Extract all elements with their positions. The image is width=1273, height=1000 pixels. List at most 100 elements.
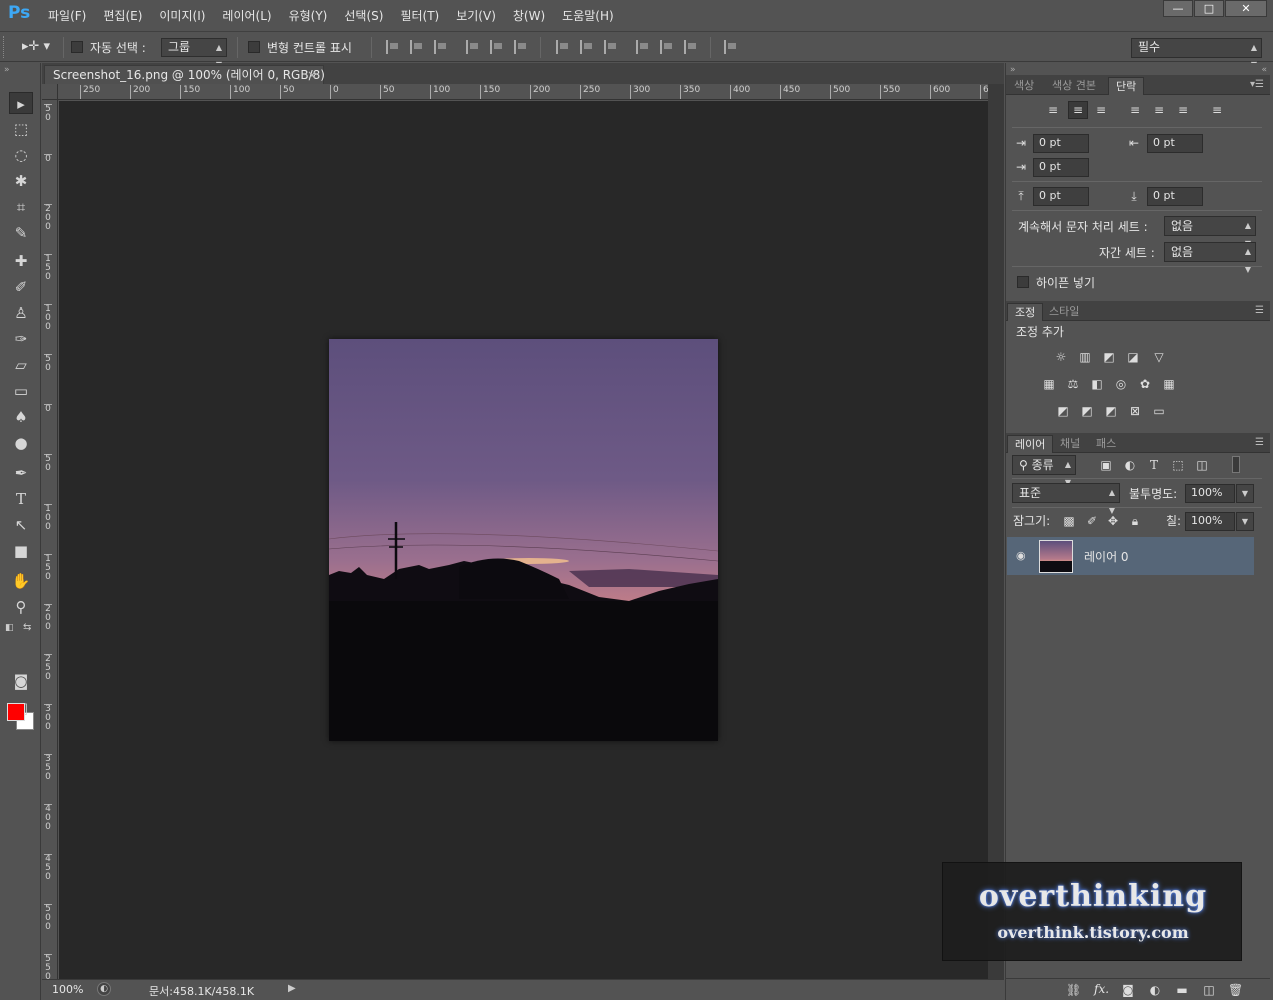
- menu-help[interactable]: 도움말(H): [562, 7, 614, 24]
- panel-collapse-icon[interactable]: »: [1010, 65, 1016, 75]
- layer-style-icon[interactable]: fx.: [1094, 982, 1109, 996]
- indent-first-line-input[interactable]: 0 pt: [1033, 158, 1089, 177]
- selective-color-icon[interactable]: ⊠: [1128, 404, 1142, 418]
- collapse-icon[interactable]: »: [4, 65, 10, 75]
- new-layer-icon[interactable]: ◫: [1202, 983, 1216, 997]
- clone-stamp-tool-icon[interactable]: ♙: [9, 302, 33, 324]
- align-right-icon[interactable]: [514, 40, 528, 54]
- dodge-tool-icon[interactable]: ●: [9, 432, 33, 454]
- menu-file[interactable]: 파일(F): [48, 7, 86, 24]
- justify-last-right-icon[interactable]: ≡: [1176, 103, 1190, 117]
- tab-swatches[interactable]: 색상 견본: [1045, 77, 1103, 95]
- fill-slider-toggle[interactable]: ▼: [1236, 512, 1254, 531]
- tab-styles[interactable]: 스타일: [1042, 303, 1086, 321]
- menu-image[interactable]: 이미지(I): [159, 7, 205, 24]
- vibrance-icon[interactable]: ▽: [1152, 350, 1166, 364]
- filter-pixel-icon[interactable]: ▣: [1099, 458, 1113, 472]
- align-center-text-icon[interactable]: ≡: [1068, 101, 1088, 119]
- color-lookup-icon[interactable]: ▦: [1162, 377, 1176, 391]
- link-layers-icon[interactable]: ⛓: [1066, 983, 1081, 997]
- marquee-tool-icon[interactable]: ⬚: [9, 118, 33, 140]
- channel-mixer-icon[interactable]: ✿: [1138, 377, 1152, 391]
- tab-channels[interactable]: 채널: [1053, 435, 1087, 453]
- photo-filter-icon[interactable]: ◎: [1114, 377, 1128, 391]
- menu-filter[interactable]: 필터(T): [400, 7, 439, 24]
- justify-last-center-icon[interactable]: ≡: [1152, 103, 1166, 117]
- tab-paragraph[interactable]: 단락: [1108, 77, 1145, 95]
- indent-left-input[interactable]: 0 pt: [1033, 134, 1089, 153]
- new-adjustment-layer-icon[interactable]: ◐: [1148, 983, 1162, 997]
- align-hcenter-icon[interactable]: [490, 40, 504, 54]
- zoom-tool-icon[interactable]: ⚲: [9, 596, 33, 618]
- space-after-input[interactable]: 0 pt: [1147, 187, 1203, 206]
- tab-layers[interactable]: 레이어: [1007, 435, 1054, 453]
- threshold-icon[interactable]: ◩: [1104, 404, 1118, 418]
- distribute-top-icon[interactable]: [556, 40, 570, 54]
- auto-align-icon[interactable]: [724, 40, 738, 54]
- align-left-text-icon[interactable]: ≡: [1046, 103, 1060, 117]
- kinsoku-dropdown[interactable]: 없음 ▲▼: [1164, 216, 1256, 248]
- ruler-corner[interactable]: [42, 84, 58, 100]
- tab-adjustments[interactable]: 조정: [1007, 303, 1044, 321]
- healing-brush-tool-icon[interactable]: ✚: [9, 250, 33, 272]
- panel-menu-icon[interactable]: ☰: [1255, 305, 1264, 316]
- hue-saturation-icon[interactable]: ▦: [1042, 377, 1056, 391]
- move-tool-preset-icon[interactable]: ▸✛ ▾: [22, 39, 50, 54]
- menu-layer[interactable]: 레이어(L): [222, 7, 271, 24]
- lock-position-icon[interactable]: ✥: [1106, 514, 1120, 528]
- blend-mode-dropdown[interactable]: 표준 ▲ ▼: [1012, 483, 1120, 515]
- delete-layer-icon[interactable]: 🗑︎: [1228, 983, 1243, 997]
- align-vcenter-icon[interactable]: [410, 40, 424, 54]
- distribute-bottom-icon[interactable]: [604, 40, 618, 54]
- magic-wand-tool-icon[interactable]: ✱: [9, 170, 33, 192]
- filter-shape-icon[interactable]: ⬚: [1171, 458, 1185, 472]
- lock-all-icon[interactable]: 🔒︎: [1128, 514, 1142, 528]
- blur-tool-icon[interactable]: ♠: [9, 406, 33, 428]
- quick-mask-icon[interactable]: ◙: [9, 670, 33, 692]
- close-button[interactable]: ✕: [1225, 0, 1267, 17]
- menu-edit[interactable]: 편집(E): [103, 7, 142, 24]
- lock-transparent-icon[interactable]: ▩: [1062, 514, 1076, 528]
- pen-tool-icon[interactable]: ✒: [9, 462, 33, 484]
- invert-icon[interactable]: ◩: [1056, 404, 1070, 418]
- distribute-right-icon[interactable]: [684, 40, 698, 54]
- layer-filter-dropdown[interactable]: ⚲ 종류 ▲▼: [1012, 455, 1076, 487]
- menu-window[interactable]: 창(W): [513, 7, 545, 24]
- exposure-icon[interactable]: ◪: [1126, 350, 1140, 364]
- type-tool-icon[interactable]: T: [9, 488, 33, 510]
- black-white-icon[interactable]: ◧: [1090, 377, 1104, 391]
- minimize-button[interactable]: —: [1163, 0, 1193, 17]
- color-balance-icon[interactable]: ⚖: [1066, 377, 1080, 391]
- menu-type[interactable]: 유형(Y): [289, 7, 328, 24]
- curves-icon[interactable]: ◩: [1102, 350, 1116, 364]
- status-menu-arrow-icon[interactable]: ▶: [288, 983, 296, 994]
- justify-last-left-icon[interactable]: ≡: [1128, 103, 1142, 117]
- gradient-tool-icon[interactable]: ▭: [9, 380, 33, 402]
- history-brush-tool-icon[interactable]: ✑: [9, 328, 33, 350]
- distribute-vcenter-icon[interactable]: [580, 40, 594, 54]
- filter-type-icon[interactable]: T: [1147, 458, 1161, 472]
- filter-adjustment-icon[interactable]: ◐: [1123, 458, 1137, 472]
- indent-right-input[interactable]: 0 pt: [1147, 134, 1203, 153]
- move-tool-icon[interactable]: ▸: [9, 92, 33, 114]
- maximize-button[interactable]: □: [1194, 0, 1224, 17]
- rectangle-tool-icon[interactable]: ■: [9, 540, 33, 562]
- hand-tool-icon[interactable]: ✋: [9, 570, 33, 592]
- align-top-icon[interactable]: [386, 40, 400, 54]
- path-selection-tool-icon[interactable]: ↖: [9, 514, 33, 536]
- align-right-text-icon[interactable]: ≡: [1094, 103, 1108, 117]
- new-group-icon[interactable]: ▬: [1175, 983, 1189, 997]
- crop-tool-icon[interactable]: ⌗: [9, 196, 33, 218]
- levels-icon[interactable]: ▥: [1078, 350, 1092, 364]
- layer-name[interactable]: 레이어 0: [1084, 548, 1129, 565]
- auto-select-dropdown[interactable]: 그룹 ▲▼: [161, 38, 227, 69]
- mojikumi-dropdown[interactable]: 없음 ▲ ▼: [1164, 242, 1256, 274]
- posterize-icon[interactable]: ◩: [1080, 404, 1094, 418]
- lasso-tool-icon[interactable]: ◌: [9, 144, 33, 166]
- document-image[interactable]: [329, 339, 718, 741]
- vertical-ruler[interactable]: 5002001501005005010015020025030035040045…: [42, 100, 58, 979]
- opacity-input[interactable]: 100%: [1185, 484, 1235, 503]
- brightness-contrast-icon[interactable]: ☼: [1054, 350, 1068, 364]
- auto-select-checkbox[interactable]: [71, 41, 83, 53]
- panel-menu-icon[interactable]: ▾☰: [1250, 79, 1264, 90]
